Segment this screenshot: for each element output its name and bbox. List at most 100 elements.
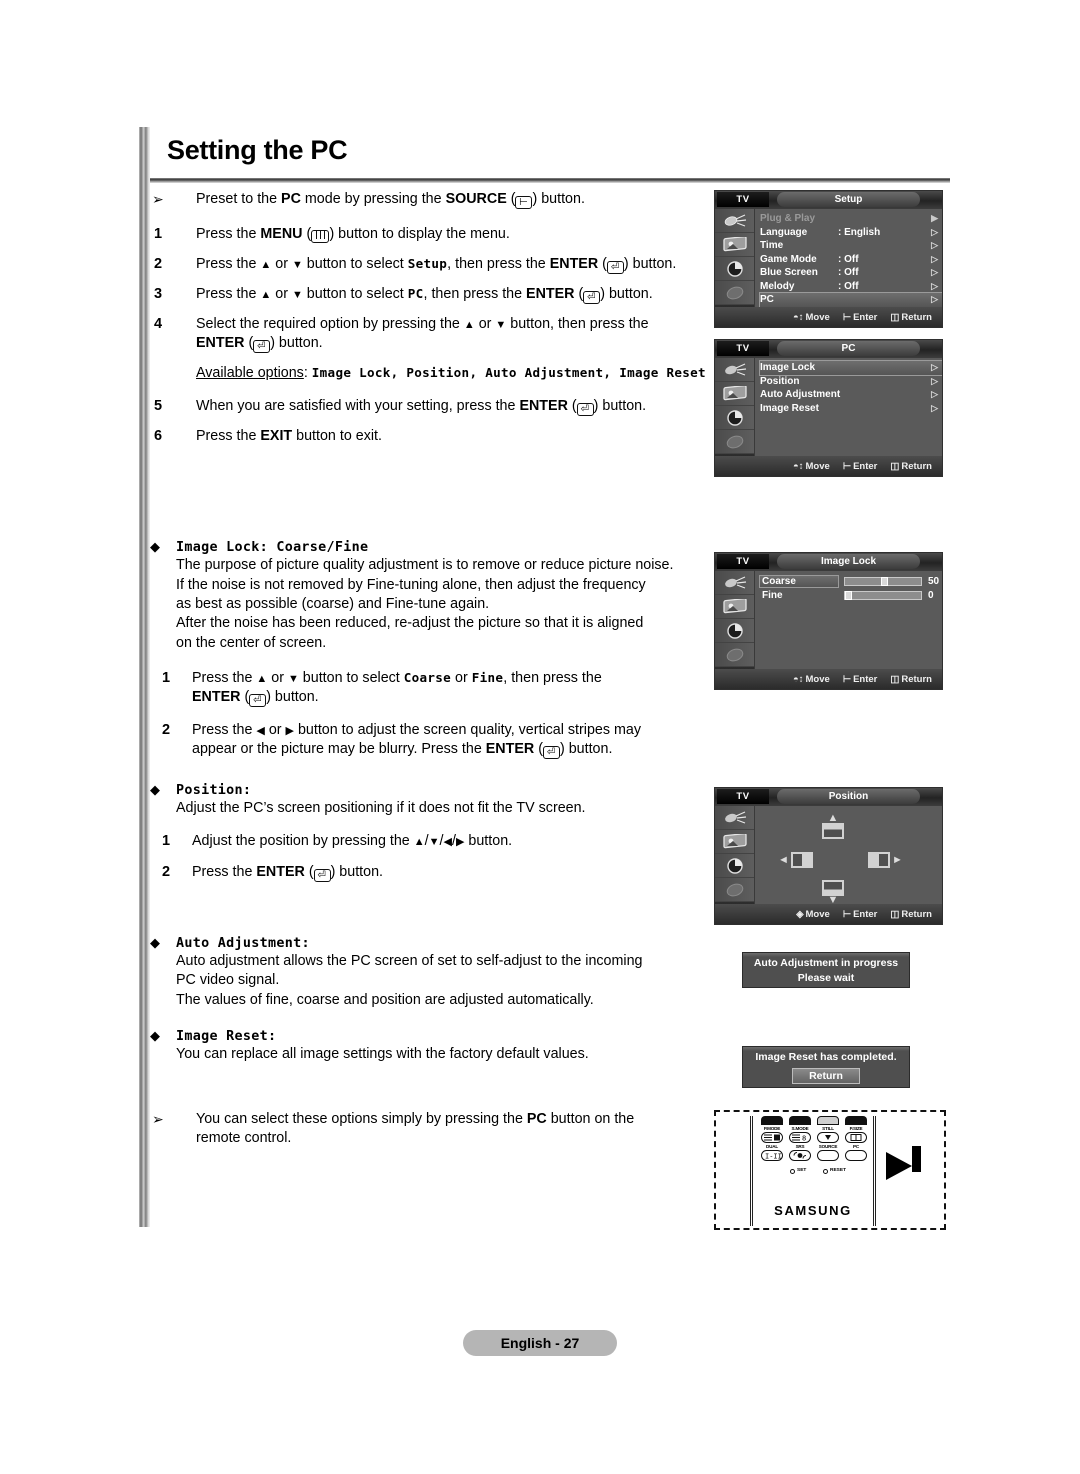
dialog-auto-adjustment: Auto Adjustment in progress Please wait [742,952,910,988]
auto-adjustment-p1: Auto adjustment allows the PC screen of … [176,953,643,970]
osd-source-label: TV [717,192,769,207]
osd-source-label: TV [717,341,769,356]
menu-item-pc[interactable]: PC ▷ [759,292,942,308]
osd-footer-bar: ◓↕ Move ⊢ Enter ◫ Return [715,307,942,327]
image-lock-step-1: 1 Press the ▲ or ▼ button to select Coar… [150,669,720,707]
step-3-number: 3 [154,286,163,303]
screen-box-right-icon [868,852,890,868]
menu-item-plug-and-play[interactable]: Plug & Play ▶ [760,212,942,226]
dialog-image-reset: Image Reset has completed. Return [742,1046,910,1088]
sound-icon[interactable] [715,854,754,878]
step-1-text: Press the MENU () button to display the … [196,226,510,243]
chevron-right-icon: ▷ [931,294,938,305]
channel-icon[interactable] [715,643,754,667]
image-reset-line-1: Image Reset has completed. [755,1050,897,1063]
image-lock-body: The purpose of picture quality adjustmen… [150,556,720,652]
position-step-1: 1 Adjust the position by pressing the ▲/… [150,832,720,851]
picture-icon[interactable] [715,233,754,257]
image-lock-step-2-text: Press the ◀ or ▶ button to adjust the sc… [192,721,641,759]
fine-slider-track[interactable] [844,590,922,600]
remote-button-still[interactable] [817,1132,839,1143]
menu-item-auto-adjustment[interactable]: Auto Adjustment ▷ [760,388,942,402]
chevron-right-icon: ▶ [931,213,938,224]
remote-label-srs: SRS [795,1144,805,1149]
position-down-control[interactable]: ▼ [822,880,844,906]
coarse-slider-track[interactable] [844,576,922,586]
menu-item-blue-screen[interactable]: Blue Screen : Off ▷ [760,266,942,280]
section-position: ◆ Position: Adjust the PC’s screen posit… [150,781,720,883]
menu-item-position[interactable]: Position ▷ [760,375,942,389]
osd-footer-bar: ◓↕ Move ⊢ Enter ◫ Return [715,456,942,476]
position-up-control[interactable]: ▲ [822,813,844,839]
remote-label-pc: PC [853,1144,859,1149]
remote-set-circle-icon[interactable] [790,1169,795,1174]
auto-adjustment-line-1: Auto Adjustment in progress [753,956,899,969]
coarse-slider-value: 50 [928,575,940,587]
position-right-control[interactable]: ► [868,852,903,868]
step-1-number: 1 [154,226,163,242]
remote-button-source[interactable] [817,1150,839,1161]
footer-return: ◫ Return [890,311,932,323]
fine-slider-knob[interactable] [845,590,852,600]
step-5-text: When you are satisfied with your setting… [196,398,647,417]
slider-label-coarse: Coarse [759,574,839,588]
fine-slider-value: 0 [928,589,934,601]
menu-item-language[interactable]: Language : English ▷ [760,226,942,240]
remote-cap-3 [817,1116,839,1125]
section-image-lock: ◆ Image Lock: Coarse/Fine The purpose of… [150,538,720,759]
coarse-slider-knob[interactable] [881,576,889,586]
menu-item-time[interactable]: Time ▷ [760,239,942,253]
section-image-reset: ◆ Image Reset: You can replace all image… [150,1027,720,1064]
slider-row-fine[interactable]: Fine 0 [760,588,942,602]
osd-setup-title: Setup [777,192,920,207]
menu-item-image-lock[interactable]: Image Lock ▷ [759,360,942,376]
channel-icon[interactable] [715,281,754,305]
input-antenna-icon[interactable] [715,806,754,830]
remote-button-smode[interactable]: 8 [789,1132,811,1143]
remote-button-srs[interactable] [789,1150,811,1161]
footer-move: ◓↕ Move [793,673,830,685]
picture-icon[interactable] [715,595,754,619]
position-body: Adjust the PC’s screen positioning if it… [150,799,720,818]
input-antenna-icon[interactable] [715,209,754,233]
remote-button-pmode[interactable] [761,1132,783,1143]
sound-icon[interactable] [715,619,754,643]
slider-row-coarse[interactable]: Coarse 50 [759,574,942,588]
remote-brand-logo: SAMSUNG [774,1203,852,1218]
osd-image-lock-menu[interactable]: TV Image Lock Coarse 50 Fine 0 ◓↕ Move ⊢… [714,552,943,690]
channel-icon[interactable] [715,430,754,454]
remote-body: P.MODE S.MODE STILL P.SIZE 8 DUAL SRS SO… [750,1116,876,1226]
osd-position-menu[interactable]: TV Position ▲ ◄ ► ▼ ◈ Move ⊢ Enter ◫ Ret… [714,787,943,925]
remote-button-psize[interactable] [845,1132,867,1143]
menu-item-game-mode[interactable]: Game Mode : Off ▷ [760,253,942,267]
remote-reset-circle-icon[interactable] [823,1169,828,1174]
return-button[interactable]: Return [792,1067,860,1084]
available-options-value: Image Lock, Position, Auto Adjustment, I… [311,365,706,381]
sound-icon[interactable] [715,257,754,281]
position-step-1-text: Adjust the position by pressing the ▲/▼/… [192,832,513,849]
osd-setup-menu[interactable]: TV Setup Plug & Play ▶ Language: Englis… [714,190,943,328]
menu-item-melody[interactable]: Melody : Off ▷ [760,280,942,294]
remote-button-pc[interactable] [845,1150,867,1161]
picture-icon[interactable] [715,830,754,854]
chevron-right-icon: ▷ [931,362,938,373]
sound-icon[interactable] [715,406,754,430]
picture-icon[interactable] [715,382,754,406]
step-6-text: Press the EXIT button to exit. [196,428,382,445]
position-left-control[interactable]: ◄ [778,852,813,868]
enter-key-icon: ⏎ [576,403,594,417]
input-antenna-icon[interactable] [715,358,754,382]
input-antenna-icon[interactable] [715,571,754,595]
image-lock-step-1-text: Press the ▲ or ▼ button to select Coarse… [192,669,602,707]
remote-cap-4 [845,1116,867,1125]
available-options-label: Available options [196,365,304,382]
channel-icon[interactable] [715,878,754,902]
osd-pc-menu[interactable]: TV PC Image Lock ▷ Position ▷ Auto Adjus… [714,339,943,477]
menu-key-icon [311,230,330,243]
osd-pc-list: Image Lock ▷ Position ▷ Auto Adjustment … [756,358,942,456]
intro-marker: ➢ [152,191,164,207]
image-lock-p5: on the center of screen. [176,634,327,651]
chevron-right-icon: ▷ [931,253,938,264]
menu-item-image-reset[interactable]: Image Reset ▷ [760,402,942,416]
remote-button-dual[interactable]: I-II [761,1150,783,1161]
